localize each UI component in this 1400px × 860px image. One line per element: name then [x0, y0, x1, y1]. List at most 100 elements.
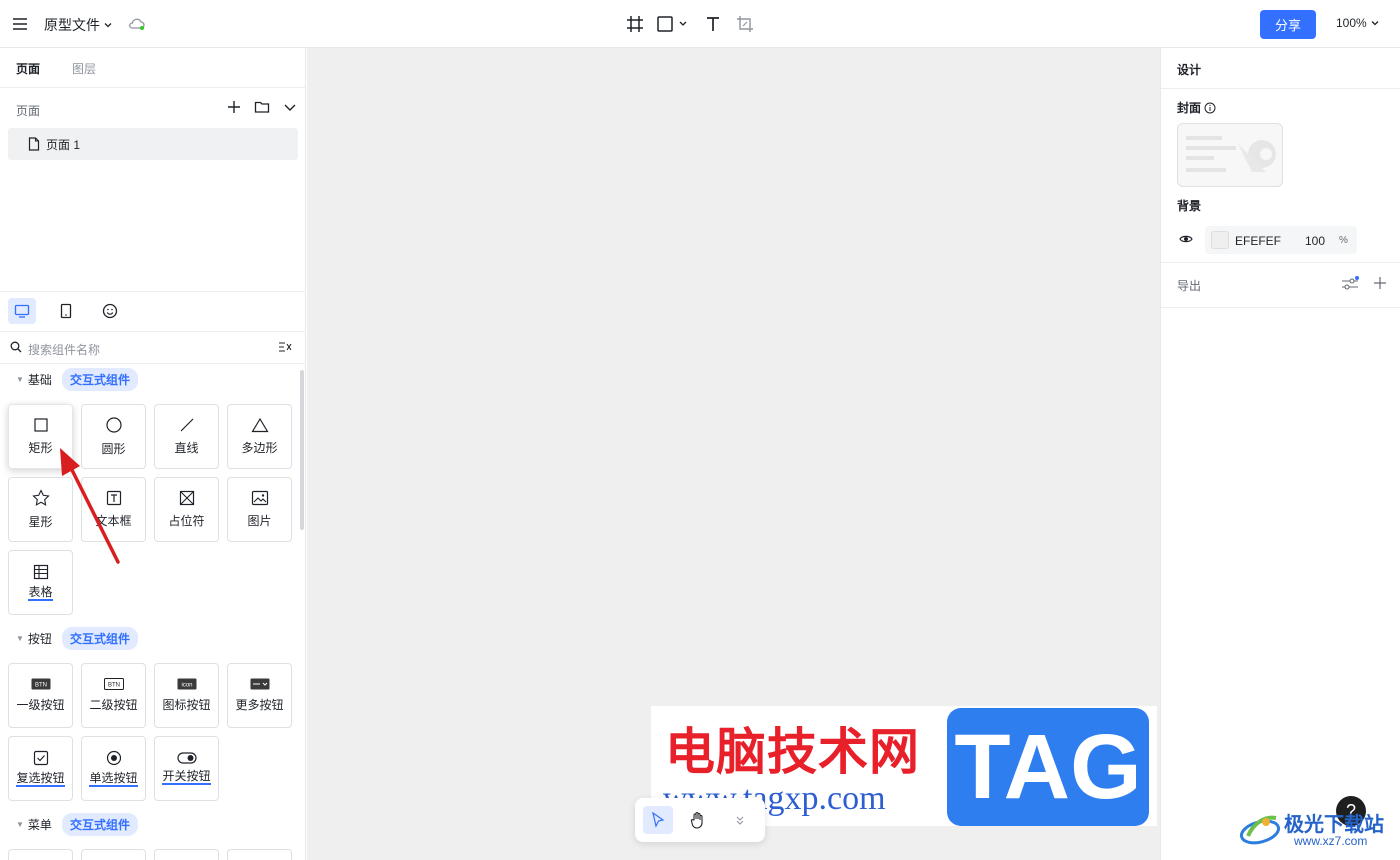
component-library: 搜索组件名称 ▼ 基础 交互式组件 矩形 圆形 直线 多边形 星形 文本框 占位…	[0, 291, 306, 860]
watermark-cn-text: 电脑技术网	[665, 723, 920, 781]
component-icon-button[interactable]: icon 图标按钮	[154, 663, 219, 728]
folder-icon[interactable]	[254, 99, 270, 115]
chevron-down-icon	[104, 23, 112, 28]
cover-thumbnail[interactable]	[1177, 123, 1283, 187]
component-image[interactable]: 图片	[227, 477, 292, 542]
placeholder-icon	[179, 490, 194, 506]
text-tool-icon[interactable]	[701, 12, 725, 36]
divider	[1161, 262, 1400, 263]
component-label: 星形	[28, 515, 53, 529]
emoji-icon[interactable]	[96, 298, 124, 324]
scrollbar[interactable]	[300, 370, 304, 530]
percent-sign: %	[1339, 235, 1348, 246]
filter-clear-icon[interactable]	[278, 341, 292, 353]
share-button[interactable]: 分享	[1260, 10, 1316, 39]
component-rectangle[interactable]: 矩形	[8, 404, 73, 469]
component-polygon[interactable]: 多边形	[227, 404, 292, 469]
zoom-level: 100%	[1336, 16, 1367, 30]
section-menu-header[interactable]: ▼ 菜单 交互式组件	[16, 813, 138, 836]
eye-icon[interactable]	[1179, 233, 1193, 245]
component-label: 单选按钮	[89, 771, 138, 787]
cover-label: 封面	[1177, 99, 1216, 116]
component-card-partial[interactable]	[227, 849, 292, 860]
frame-tool-icon[interactable]	[623, 12, 647, 36]
device-tabs	[0, 292, 306, 332]
page-icon	[28, 137, 40, 151]
svg-text:icon: icon	[181, 683, 192, 689]
component-search-input[interactable]: 搜索组件名称	[0, 332, 306, 364]
svg-text:BTN: BTN	[35, 683, 47, 689]
search-icon	[10, 341, 22, 353]
select-tool-icon[interactable]	[643, 806, 673, 834]
rectangle-icon	[33, 418, 48, 432]
collapse-chevron-icon[interactable]	[282, 99, 298, 115]
mobile-device-icon[interactable]	[52, 298, 80, 324]
circle-icon	[105, 417, 122, 433]
component-placeholder[interactable]: 占位符	[154, 477, 219, 542]
hand-tool-icon[interactable]	[683, 806, 713, 834]
caret-down-icon: ▼	[16, 375, 24, 384]
crop-tool-icon[interactable]	[733, 12, 757, 36]
watermark-tag-logo: TAG	[947, 708, 1149, 826]
interactive-badge[interactable]: 交互式组件	[61, 368, 138, 391]
tab-pages[interactable]: 页面	[16, 60, 40, 77]
component-radio[interactable]: 单选按钮	[81, 736, 146, 801]
background-opacity[interactable]: 100	[1305, 234, 1325, 248]
desktop-device-icon[interactable]	[8, 298, 36, 324]
add-export-icon[interactable]	[1373, 276, 1387, 293]
tab-layers[interactable]: 图层	[72, 60, 96, 77]
background-color-field[interactable]: EFEFEF 100 %	[1205, 226, 1357, 254]
component-checkbox[interactable]: 复选按钮	[8, 736, 73, 801]
caret-down-icon: ▼	[16, 820, 24, 829]
color-swatch[interactable]	[1211, 231, 1229, 249]
component-card-partial[interactable]	[81, 849, 146, 860]
cover-placeholder-icon	[1186, 136, 1276, 172]
component-card-partial[interactable]	[154, 849, 219, 860]
cloud-sync-icon[interactable]	[127, 15, 147, 33]
section-button-header[interactable]: ▼ 按钮 交互式组件	[16, 627, 138, 650]
left-panel: 页面 图层 页面 页面 1 搜索组件名称 ▼ 基础 交互式组件 矩形 圆形 直线…	[0, 48, 306, 860]
export-settings-icon[interactable]	[1341, 276, 1359, 295]
section-basic-header[interactable]: ▼ 基础 交互式组件	[16, 368, 138, 391]
info-icon[interactable]	[1204, 102, 1216, 114]
file-name-dropdown[interactable]: 原型文件	[44, 15, 113, 35]
component-more-button[interactable]: 更多按钮	[227, 663, 292, 728]
star-icon	[31, 489, 50, 506]
divider	[1161, 307, 1400, 308]
table-icon	[33, 564, 48, 580]
icon-button-icon: icon	[177, 678, 196, 690]
expand-chevron-icon[interactable]	[725, 806, 755, 834]
pages-title: 页面	[16, 104, 41, 118]
component-secondary-button[interactable]: BTN 二级按钮	[81, 663, 146, 728]
zoom-dropdown[interactable]: 100%	[1336, 16, 1380, 30]
top-toolbar: 原型文件 分享 100%	[0, 0, 1400, 48]
page-list-item[interactable]: 页面 1	[8, 128, 298, 160]
interactive-badge[interactable]: 交互式组件	[61, 813, 138, 836]
bottom-floating-toolbar	[635, 798, 765, 842]
hamburger-menu-icon[interactable]	[11, 15, 29, 33]
tool-group	[623, 12, 765, 36]
component-line[interactable]: 直线	[154, 404, 219, 469]
component-label: 一级按钮	[16, 698, 65, 712]
left-panel-tabs: 页面 图层	[0, 48, 305, 88]
checkbox-icon	[33, 750, 48, 766]
radio-icon	[106, 750, 121, 766]
component-circle[interactable]: 圆形	[81, 404, 146, 469]
component-primary-button[interactable]: BTN 一级按钮	[8, 663, 73, 728]
interactive-badge[interactable]: 交互式组件	[61, 627, 138, 650]
add-page-icon[interactable]	[226, 99, 242, 115]
component-star[interactable]: 星形	[8, 477, 73, 542]
background-row: EFEFEF 100 %	[1177, 226, 1377, 254]
component-label: 文本框	[95, 514, 132, 528]
component-card-partial[interactable]	[8, 849, 73, 860]
shape-tool-icon[interactable]	[655, 12, 693, 36]
background-hex[interactable]: EFEFEF	[1235, 234, 1281, 248]
jiguang-logo-icon	[1239, 815, 1281, 845]
component-switch[interactable]: 开关按钮	[154, 736, 219, 801]
section-menu-name: 菜单	[27, 818, 52, 832]
image-icon	[251, 490, 268, 506]
caret-down-icon: ▼	[16, 634, 24, 643]
component-textbox[interactable]: 文本框	[81, 477, 146, 542]
more-button-icon	[250, 678, 269, 690]
component-table[interactable]: 表格	[8, 550, 73, 615]
